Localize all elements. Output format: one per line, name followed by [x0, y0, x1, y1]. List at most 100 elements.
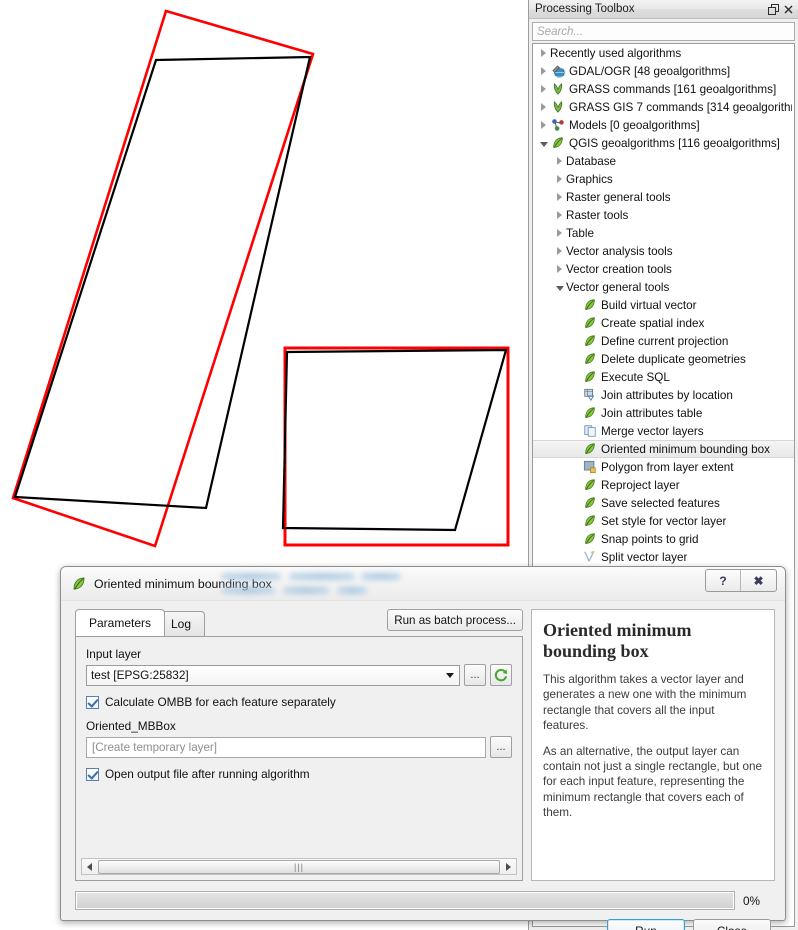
- expand-arrow-icon[interactable]: [553, 175, 566, 183]
- tree-item[interactable]: Vector creation tools: [533, 260, 794, 278]
- expand-arrow-icon[interactable]: [537, 67, 550, 75]
- qgis-icon: [582, 477, 598, 493]
- input-layer-browse-button[interactable]: ...: [464, 664, 486, 686]
- open-output-checkbox[interactable]: [86, 767, 99, 781]
- dialog-window-controls: ? ✖: [705, 569, 777, 592]
- qgis-icon: [582, 297, 598, 313]
- tree-item[interactable]: Reproject layer: [533, 476, 794, 494]
- scroll-left-icon[interactable]: [82, 859, 97, 874]
- close-button[interactable]: Close: [693, 919, 771, 930]
- input-layer-select[interactable]: test [EPSG:25832]: [86, 664, 460, 686]
- expand-arrow-icon[interactable]: [537, 85, 550, 93]
- tree-item[interactable]: Raster general tools: [533, 188, 794, 206]
- expand-arrow-icon[interactable]: [553, 265, 566, 273]
- output-label: Oriented_MBBox: [86, 719, 176, 733]
- scroll-right-icon[interactable]: [501, 859, 516, 874]
- expand-arrow-icon[interactable]: [553, 229, 566, 237]
- scrollbar-thumb[interactable]: |||: [98, 859, 500, 874]
- expand-arrow-icon[interactable]: [537, 121, 550, 129]
- tree-item[interactable]: Recently used algorithms: [533, 44, 794, 62]
- refresh-icon[interactable]: [490, 664, 512, 686]
- tree-item[interactable]: GDAL/OGR [48 geoalgorithms]: [533, 62, 794, 80]
- parameters-tab-content: Input layer test [EPSG:25832] ... Calcul…: [75, 636, 523, 881]
- open-output-checkbox-row[interactable]: Open output file after running algorithm: [86, 767, 512, 781]
- expand-arrow-icon[interactable]: [553, 211, 566, 219]
- calculate-ombb-checkbox-row[interactable]: Calculate OMBB for each feature separate…: [86, 695, 512, 709]
- tree-item-label: Create spatial index: [601, 316, 705, 330]
- tree-item[interactable]: Execute SQL: [533, 368, 794, 386]
- output-browse-button[interactable]: ...: [490, 736, 512, 758]
- models-icon: [550, 117, 566, 133]
- input-layer-value: test [EPSG:25832]: [91, 668, 189, 682]
- close-icon[interactable]: [781, 2, 796, 17]
- tree-item[interactable]: Join attributes table: [533, 404, 794, 422]
- progress-percent-label: 0%: [743, 893, 761, 908]
- search-input[interactable]: [532, 22, 795, 41]
- tree-item[interactable]: Graphics: [533, 170, 794, 188]
- tree-item[interactable]: Table: [533, 224, 794, 242]
- tree-item[interactable]: Vector general tools: [533, 278, 794, 296]
- tree-item[interactable]: Create spatial index: [533, 314, 794, 332]
- help-paragraph-1: This algorithm takes a vector layer and …: [543, 672, 747, 733]
- output-path-input[interactable]: [Create temporary layer]: [86, 736, 486, 758]
- tree-item-label: Reproject layer: [601, 478, 680, 492]
- tree-item-selected[interactable]: Oriented minimum bounding box: [533, 440, 794, 458]
- tree-item[interactable]: Snap points to grid: [533, 530, 794, 548]
- qgis-icon: [582, 333, 598, 349]
- tab-parameters[interactable]: Parameters: [75, 609, 166, 636]
- tree-item-label: Table: [566, 226, 594, 240]
- tree-item[interactable]: Build virtual vector: [533, 296, 794, 314]
- tree-item[interactable]: Join attributes by location: [533, 386, 794, 404]
- calculate-ombb-checkbox[interactable]: [86, 695, 99, 709]
- tree-item[interactable]: Vector analysis tools: [533, 242, 794, 260]
- tree-item[interactable]: Merge vector layers: [533, 422, 794, 440]
- expand-arrow-icon[interactable]: [553, 157, 566, 165]
- tree-item[interactable]: Database: [533, 152, 794, 170]
- output-row: [Create temporary layer] ...: [86, 736, 512, 758]
- collapse-arrow-icon[interactable]: [537, 140, 550, 147]
- collapse-arrow-icon[interactable]: [553, 284, 566, 291]
- tree-item[interactable]: Models [0 geoalgorithms]: [533, 116, 794, 134]
- tree-item[interactable]: Raster tools: [533, 206, 794, 224]
- dialog-close-icon[interactable]: ✖: [741, 570, 776, 591]
- tree-item-label: Polygon from layer extent: [601, 460, 734, 474]
- run-button[interactable]: Run: [607, 919, 685, 930]
- expand-arrow-icon[interactable]: [553, 247, 566, 255]
- tree-item-label: Save selected features: [601, 496, 720, 510]
- tree-item[interactable]: QGIS geoalgorithms [116 geoalgorithms]: [533, 134, 794, 152]
- expand-arrow-icon[interactable]: [553, 193, 566, 201]
- tree-item[interactable]: Polygon from layer extent: [533, 458, 794, 476]
- tree-item-label: Raster tools: [566, 208, 629, 222]
- undock-icon[interactable]: [766, 2, 781, 17]
- expand-arrow-icon[interactable]: [537, 49, 550, 57]
- input-layer-label: Input layer: [86, 647, 142, 661]
- qgis-application-window: Processing Toolbox Recently used algorit…: [0, 0, 798, 930]
- tree-item[interactable]: Delete duplicate geometries: [533, 350, 794, 368]
- tree-item-label: Vector general tools: [566, 280, 670, 294]
- tree-item[interactable]: GRASS commands [161 geoalgorithms]: [533, 80, 794, 98]
- tree-item-label: QGIS geoalgorithms [116 geoalgorithms]: [569, 136, 780, 150]
- gdal-icon: [550, 63, 566, 79]
- redacted-text-3: [361, 573, 401, 580]
- dialog-titlebar[interactable]: Oriented minimum bounding box ? ✖: [61, 567, 785, 601]
- tabs-row: Parameters Log Run as batch process...: [75, 609, 523, 636]
- tree-item-label: Graphics: [566, 172, 613, 186]
- qgis-icon: [582, 369, 598, 385]
- tree-item[interactable]: GRASS GIS 7 commands [314 geoalgorithms]: [533, 98, 794, 116]
- progress-row: 0%: [75, 891, 771, 910]
- help-button[interactable]: ?: [706, 570, 741, 591]
- tree-item-label: GRASS commands [161 geoalgorithms]: [569, 82, 777, 96]
- tree-item-label: Recently used algorithms: [550, 46, 682, 60]
- tree-item[interactable]: Split vector layer: [533, 548, 794, 566]
- run-as-batch-process-button[interactable]: Run as batch process...: [387, 609, 523, 631]
- help-title: Oriented minimum bounding box: [543, 620, 692, 661]
- tree-item-label: Join attributes by location: [601, 388, 733, 402]
- split-icon: [582, 549, 598, 565]
- tree-item[interactable]: Set style for vector layer: [533, 512, 794, 530]
- parameters-horizontal-scrollbar[interactable]: |||: [81, 858, 517, 875]
- tree-item[interactable]: Define current projection: [533, 332, 794, 350]
- tree-item-label: Define current projection: [601, 334, 729, 348]
- expand-arrow-icon[interactable]: [537, 103, 550, 111]
- dialog-body: Parameters Log Run as batch process... I…: [61, 601, 785, 930]
- tree-item[interactable]: Save selected features: [533, 494, 794, 512]
